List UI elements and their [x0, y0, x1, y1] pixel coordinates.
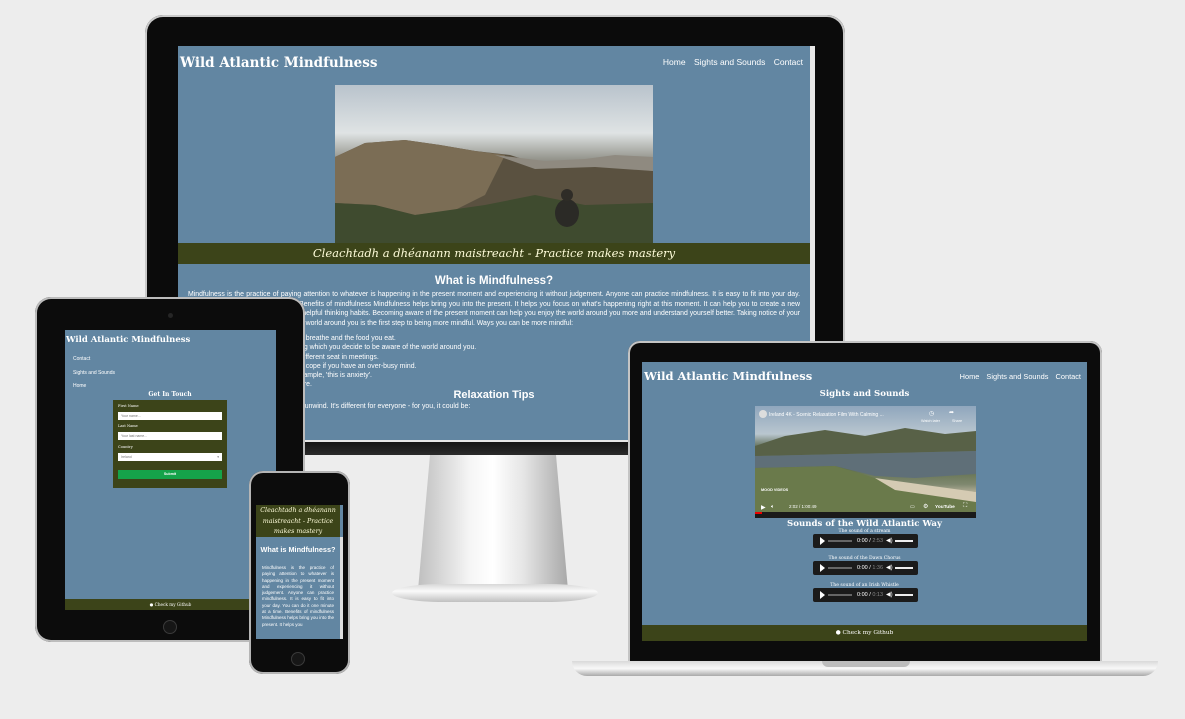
laptop-screen: Wild Atlantic Mindfulness Home Sights an…	[642, 362, 1087, 641]
tablet-camera-icon	[168, 313, 173, 318]
site-title[interactable]: Wild Atlantic Mindfulness	[644, 369, 812, 383]
video-player[interactable]: Ireland 4K - Scenic Relaxation Film With…	[755, 406, 976, 518]
github-link[interactable]: Check my Github	[155, 602, 192, 607]
gear-icon[interactable]: ⚙	[923, 503, 928, 510]
contact-heading: Get In Touch	[148, 391, 192, 398]
landscape-thumbnail	[755, 428, 976, 518]
audio-player-stream[interactable]: 0:00 / 2:53 ◀)	[813, 534, 918, 548]
footer: ● Check my Github	[642, 625, 1087, 641]
volume-slider[interactable]	[895, 540, 913, 542]
github-link[interactable]: Check my Github	[843, 630, 894, 636]
sounds-heading: Sounds of the Wild Atlantic Way	[787, 519, 942, 529]
nav-home[interactable]: Home	[960, 372, 980, 381]
last-name-input[interactable]	[118, 432, 222, 440]
submit-button[interactable]: Submit	[118, 470, 222, 479]
nav-sights-and-sounds[interactable]: Sights and Sounds	[986, 372, 1048, 381]
video-time: 2:02 / 1:00:49	[789, 504, 817, 509]
footer: ● Check my Github	[65, 599, 276, 610]
play-icon[interactable]: ▶	[761, 504, 766, 511]
volume-icon[interactable]: ◀)	[886, 591, 893, 599]
audio-time: 0:00 / 1:36	[857, 565, 884, 571]
first-name-input[interactable]	[118, 412, 222, 420]
play-icon[interactable]	[820, 564, 825, 572]
tagline-banner: Cleachtadh a dhéanann maistreacht - Prac…	[256, 505, 340, 537]
mindfulness-heading: What is Mindfulness?	[434, 275, 554, 287]
nav-sights-and-sounds[interactable]: Sights and Sounds	[73, 370, 115, 376]
audio-seek-bar[interactable]	[828, 540, 852, 542]
github-icon: ●	[149, 602, 154, 607]
contact-form: First Name Last Name Country Ireland ▾ S…	[113, 400, 227, 488]
country-value: Ireland	[121, 455, 132, 459]
laptop-notch	[822, 661, 910, 667]
last-name-label: Last Name	[118, 424, 138, 428]
audio-seek-bar[interactable]	[828, 567, 852, 569]
play-icon[interactable]	[820, 591, 825, 599]
main-nav: Home Sights and Sounds Contact	[657, 57, 803, 67]
audio-time: 0:00 / 2:53	[857, 538, 884, 544]
video-progress[interactable]	[755, 512, 762, 514]
phone-screen: Cleachtadh a dhéanann maistreacht - Prac…	[256, 505, 343, 639]
tablet-home-button	[163, 620, 177, 634]
monitor-stand	[418, 455, 568, 590]
subtitles-icon[interactable]: ▭	[910, 504, 915, 510]
sights-heading: Sights and Sounds	[819, 389, 910, 399]
volume-icon[interactable]: ◀)	[886, 537, 893, 545]
scrollbar[interactable]	[340, 537, 343, 639]
phone-home-button	[291, 652, 305, 666]
mindfulness-heading: What is Mindfulness?	[260, 545, 336, 554]
youtube-logo[interactable]: YouTube	[935, 505, 955, 510]
github-icon: ●	[835, 630, 841, 636]
relaxation-text: u unwind. It's different for everyone - …	[299, 403, 471, 410]
tablet-screen: Wild Atlantic Mindfulness Contact Sights…	[65, 330, 276, 610]
audio-player-dawn-chorus[interactable]: 0:00 / 1:36 ◀)	[813, 561, 918, 575]
country-select[interactable]: Ireland ▾	[118, 453, 222, 461]
video-control-bar	[755, 512, 976, 518]
channel-name: MOOD VIDEOS	[761, 488, 789, 492]
audio-seek-bar[interactable]	[828, 594, 852, 596]
site-title[interactable]: Wild Atlantic Mindfulness	[66, 335, 190, 345]
main-nav: Home Sights and Sounds Contact	[955, 372, 1081, 381]
audio-player-irish-whistle[interactable]: 0:00 / 0:13 ◀)	[813, 588, 918, 602]
nav-home[interactable]: Home	[73, 383, 86, 389]
mindfulness-intro: Mindfulness is the practice of paying at…	[262, 565, 334, 627]
watch-later-label: Watch later	[921, 419, 941, 423]
volume-icon[interactable]: ◀)	[886, 564, 893, 572]
clock-icon[interactable]: ◷	[929, 410, 934, 417]
first-name-label: First Name	[118, 404, 139, 408]
nav-sights-and-sounds[interactable]: Sights and Sounds	[694, 57, 765, 67]
tagline-banner: Cleachtadh a dhéanann maistreacht - Prac…	[178, 243, 810, 264]
nav-contact[interactable]: Contact	[774, 57, 803, 67]
volume-slider[interactable]	[895, 594, 913, 596]
volume-icon[interactable]: 🔈︎	[771, 504, 774, 511]
site-title[interactable]: Wild Atlantic Mindfulness	[180, 55, 377, 71]
channel-avatar	[759, 410, 767, 418]
chevron-down-icon: ▾	[217, 455, 219, 459]
fullscreen-icon[interactable]: ⛶	[963, 503, 967, 510]
cliffs-illustration	[335, 140, 653, 245]
play-icon[interactable]	[820, 537, 825, 545]
nav-contact[interactable]: Contact	[73, 356, 90, 362]
share-label: Share	[952, 419, 963, 423]
monitor-base	[392, 584, 598, 602]
hero-image-cliffs	[335, 85, 653, 245]
audio-time: 0:00 / 0:13	[857, 592, 884, 598]
country-label: Country	[118, 445, 133, 449]
share-icon[interactable]: ➦	[949, 409, 954, 416]
video-title[interactable]: Ireland 4K - Scenic Relaxation Film With…	[769, 412, 884, 418]
volume-slider[interactable]	[895, 567, 913, 569]
nav-home[interactable]: Home	[663, 57, 686, 67]
nav-contact[interactable]: Contact	[1056, 372, 1081, 381]
